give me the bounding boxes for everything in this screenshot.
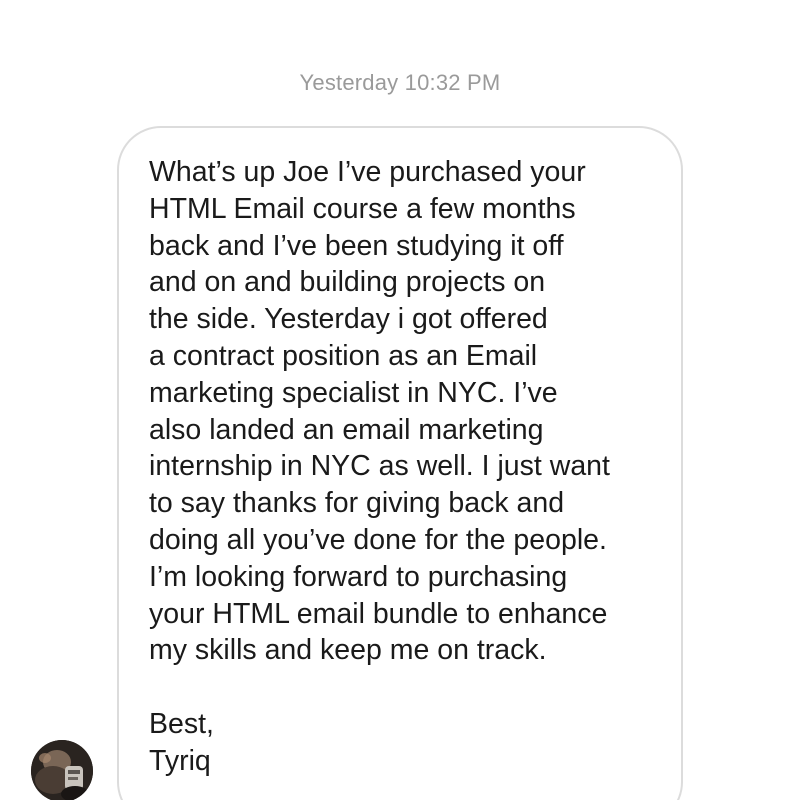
message-line: doing all you’ve done for the people.	[149, 523, 607, 556]
sender-avatar[interactable]	[31, 740, 93, 800]
message-line: back and I’ve been studying it off	[149, 229, 564, 262]
message-line: internship in NYC as well. I just want	[149, 450, 610, 483]
message-line: my skills and keep me on track.	[149, 634, 547, 667]
user-photo-icon	[31, 740, 93, 800]
message-line: your HTML email bundle to enhance	[149, 597, 608, 630]
message-line: and on and building projects on	[149, 266, 546, 299]
message-signoff: Best,	[149, 707, 214, 740]
conversation-view: Yesterday 10:32 PM What’s up Joe I’ve pu…	[0, 0, 800, 800]
message-line: to say thanks for giving back and	[149, 487, 565, 520]
message-line: also landed an email marketing	[149, 413, 544, 446]
message-line: I’m looking forward to purchasing	[149, 560, 568, 593]
message-line: the side. Yesterday i got offered	[149, 303, 548, 336]
message-spacer	[149, 669, 653, 706]
message-timestamp: Yesterday 10:32 PM	[299, 70, 501, 95]
message-signature: Tyriq	[149, 744, 211, 777]
message-line: What’s up Joe I’ve purchased your	[149, 156, 586, 188]
message-line: a contract position as an Email	[149, 339, 538, 372]
message-bubble[interactable]: What’s up Joe I’ve purchased your HTML E…	[117, 126, 683, 800]
message-line: HTML Email course a few months	[149, 192, 576, 225]
message-line: marketing specialist in NYC. I’ve	[149, 376, 558, 409]
